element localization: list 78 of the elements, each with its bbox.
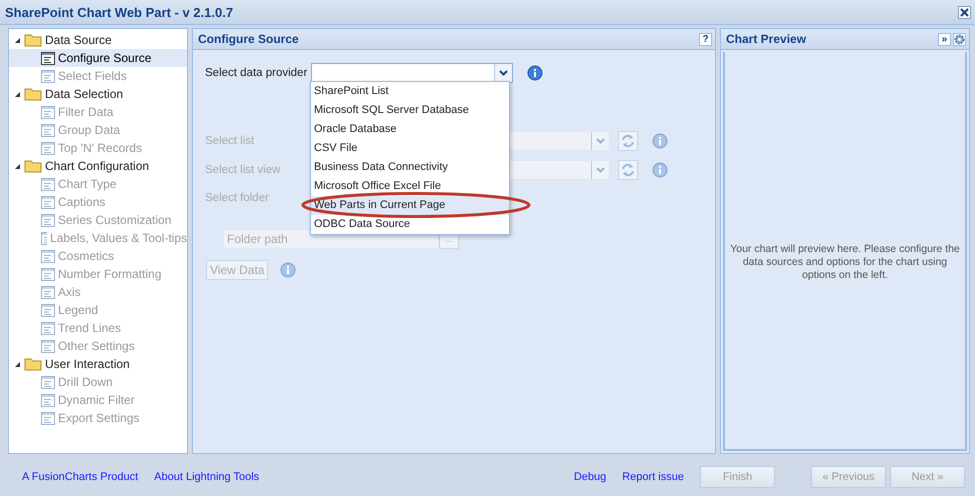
list-icon bbox=[41, 196, 55, 208]
help-button[interactable]: ? bbox=[699, 32, 712, 46]
tree-item: Captions bbox=[9, 193, 187, 211]
list-icon bbox=[41, 286, 55, 298]
collapse-triangle-icon[interactable] bbox=[14, 360, 21, 368]
tree-item[interactable]: Data Selection bbox=[45, 87, 124, 101]
expand-button[interactable]: » bbox=[938, 32, 951, 46]
chevron-down-icon[interactable] bbox=[499, 70, 508, 76]
tree-item: Legend bbox=[9, 301, 187, 319]
tree-item: Number Formatting bbox=[9, 265, 187, 283]
field-label: Select data provider bbox=[205, 67, 308, 79]
dropdown-option[interactable]: Microsoft SQL Server Database bbox=[311, 101, 509, 120]
folder-icon bbox=[24, 159, 42, 173]
field-label: Select list view bbox=[205, 164, 282, 176]
list-icon bbox=[41, 178, 55, 190]
settings-button[interactable] bbox=[953, 32, 966, 46]
tree-item[interactable]: User Interaction bbox=[45, 357, 130, 371]
folder-icon bbox=[24, 33, 42, 47]
list-icon bbox=[41, 268, 55, 280]
settings-icon bbox=[954, 34, 965, 44]
list-icon bbox=[41, 304, 55, 316]
list-icon bbox=[41, 376, 55, 388]
list-icon bbox=[41, 70, 55, 82]
info-icon bbox=[527, 65, 544, 81]
dropdown-option[interactable]: Business Data Connectivity bbox=[311, 158, 509, 177]
chevron-down-icon bbox=[596, 138, 605, 144]
tree-item[interactable]: Data Source bbox=[45, 33, 112, 47]
list-icon bbox=[41, 412, 55, 424]
tree-item: Trend Lines bbox=[9, 319, 187, 337]
footer-link[interactable]: Report issue bbox=[622, 471, 684, 483]
info-icon bbox=[652, 133, 668, 149]
list-icon bbox=[41, 250, 55, 262]
window-title: SharePoint Chart Web Part - v 2.1.0.7 bbox=[5, 4, 234, 20]
list-icon bbox=[41, 394, 55, 406]
footer-link[interactable]: A FusionCharts Product bbox=[22, 471, 138, 483]
preview-message: Your chart will preview here. Please configure the data sources and options for the chart using options on the left. bbox=[729, 243, 961, 282]
tree-item: Group Data bbox=[9, 121, 187, 139]
list-icon bbox=[41, 340, 55, 352]
info-icon bbox=[652, 162, 668, 178]
tree-item: Drill Down bbox=[9, 373, 187, 391]
tree-item: Dynamic Filter bbox=[9, 391, 187, 409]
list-icon bbox=[41, 232, 48, 244]
collapse-triangle-icon[interactable] bbox=[14, 90, 21, 98]
tree-item[interactable]: Configure Source bbox=[9, 49, 187, 67]
panel-title: Configure Source bbox=[198, 32, 299, 46]
dropdown-option[interactable]: CSV File bbox=[311, 139, 509, 158]
collapse-triangle-icon[interactable] bbox=[14, 162, 21, 170]
tree-item: Other Settings bbox=[9, 337, 187, 355]
collapse-triangle-icon[interactable] bbox=[14, 36, 21, 44]
chevron-down-icon bbox=[596, 167, 605, 173]
tree-item: Axis bbox=[9, 283, 187, 301]
panel-title: Chart Preview bbox=[726, 32, 806, 46]
tree-item: Series Customization bbox=[9, 211, 187, 229]
info-icon bbox=[280, 262, 296, 278]
list-icon bbox=[41, 124, 55, 136]
folder-icon bbox=[24, 357, 42, 371]
tree-item: Top 'N' Records bbox=[9, 139, 187, 157]
field-label: Select folder bbox=[205, 192, 270, 204]
footer-link[interactable]: About Lightning Tools bbox=[154, 471, 260, 483]
tree-item[interactable]: Chart Configuration bbox=[45, 159, 150, 173]
dropdown-option[interactable]: Microsoft Office Excel File bbox=[311, 177, 509, 196]
list-icon bbox=[41, 322, 55, 334]
tree-item: Export Settings bbox=[9, 409, 187, 427]
tree-item: Labels, Values & Tool-tips bbox=[9, 229, 187, 247]
tree-item: Chart Type bbox=[9, 175, 187, 193]
folder-icon bbox=[24, 87, 42, 101]
dropdown-option[interactable]: SharePoint List bbox=[311, 82, 509, 101]
tree-item: Select Fields bbox=[9, 67, 187, 85]
footer-link[interactable]: Debug bbox=[574, 471, 606, 483]
dropdown-option[interactable]: Oracle Database bbox=[311, 120, 509, 139]
list-icon bbox=[41, 106, 55, 118]
close-icon[interactable] bbox=[958, 6, 971, 18]
list-icon bbox=[41, 52, 55, 64]
list-icon bbox=[41, 214, 55, 226]
tree-item: Cosmetics bbox=[9, 247, 187, 265]
field-label: Select list bbox=[205, 135, 256, 147]
tree-item: Filter Data bbox=[9, 103, 187, 121]
list-icon bbox=[41, 142, 55, 154]
